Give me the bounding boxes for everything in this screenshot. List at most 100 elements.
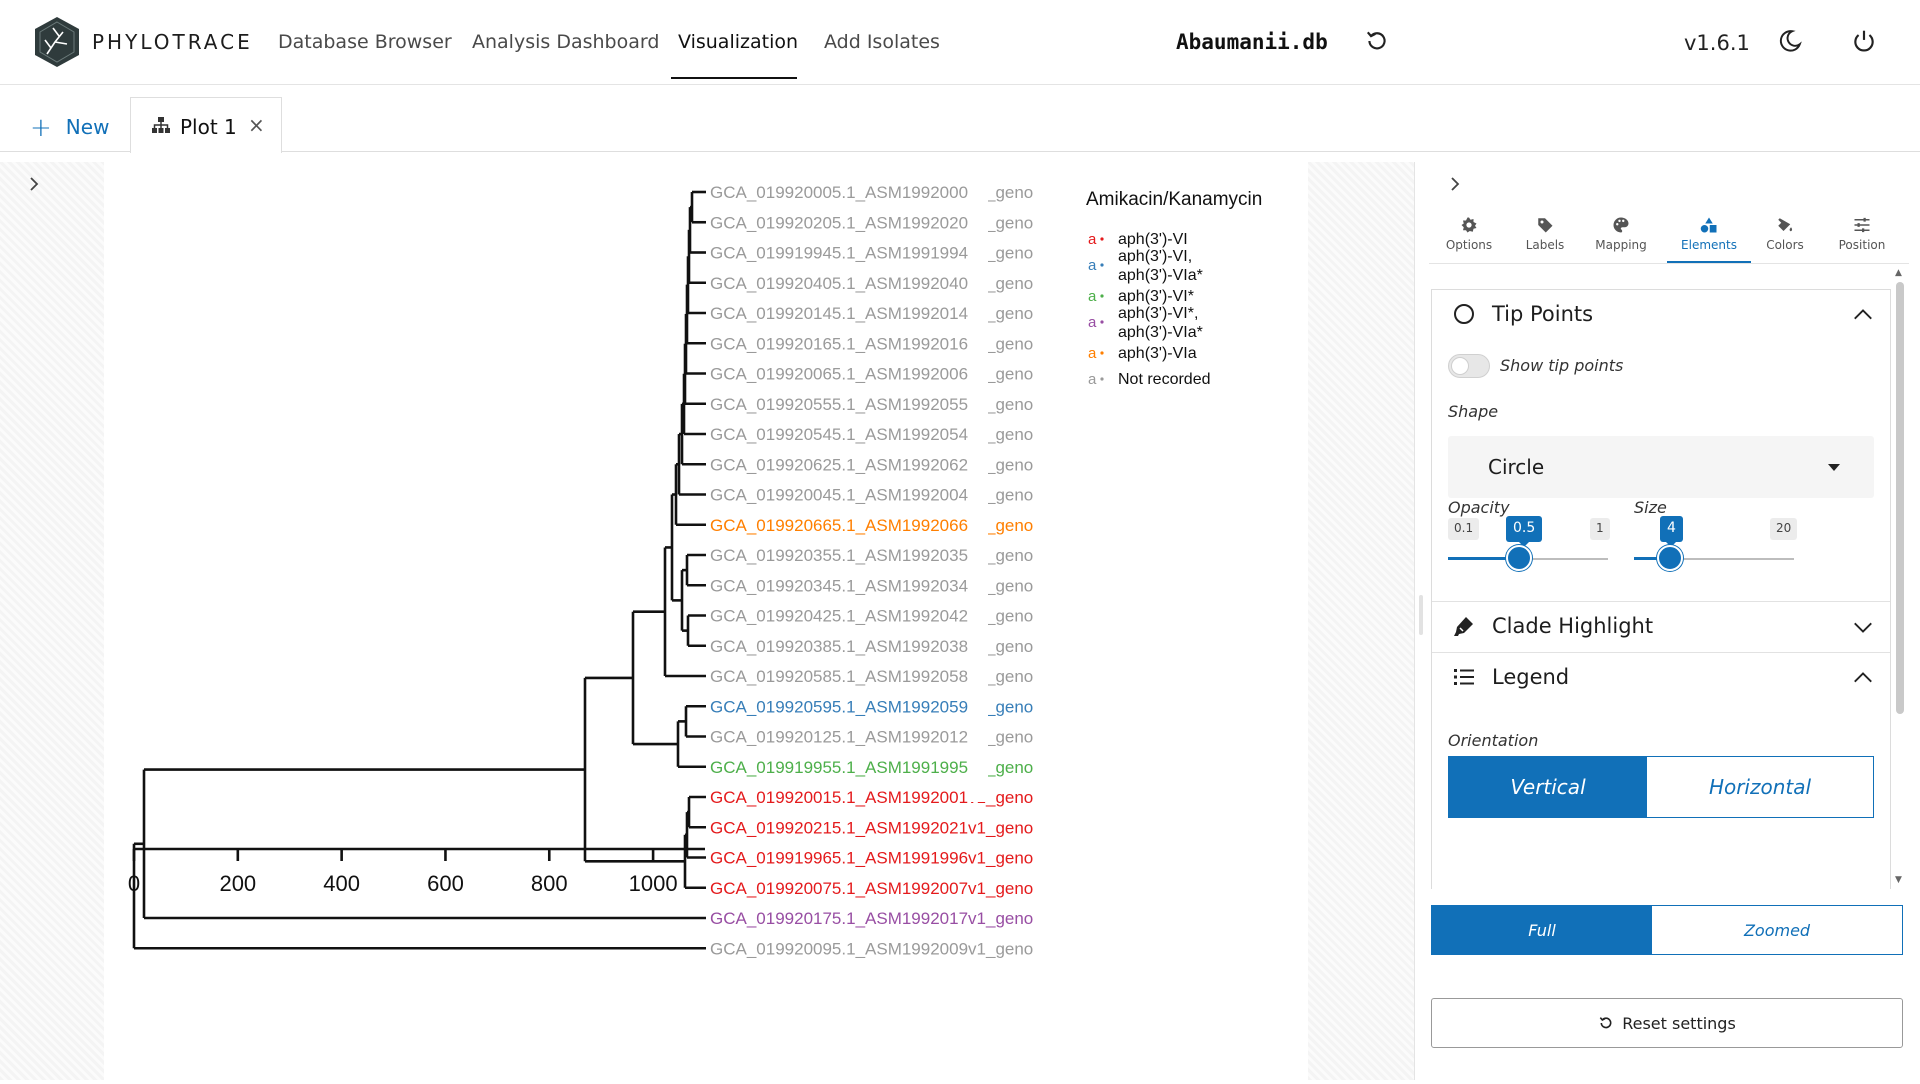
tip-label: GCA_019919965.1_ASM1991996v1_geno xyxy=(710,849,1033,868)
circle-outline-icon xyxy=(1454,304,1474,324)
close-tab-icon[interactable]: × xyxy=(248,113,265,137)
label-clip-mask xyxy=(968,162,988,802)
view-full-button[interactable]: Full xyxy=(1432,906,1652,954)
scroll-down-icon[interactable]: ▼ xyxy=(1895,875,1902,885)
legend-label: aph(3')-VIa* xyxy=(1118,267,1203,284)
paint-bucket-icon xyxy=(1778,218,1793,232)
tab-mapping-label: Mapping xyxy=(1595,238,1647,252)
app-version: v1.6.1 xyxy=(1684,31,1750,55)
chevron-up-icon[interactable] xyxy=(1852,304,1874,326)
nav-visualization[interactable]: Visualization xyxy=(678,31,798,53)
active-tab-indicator xyxy=(1667,261,1751,263)
legend-key-dot xyxy=(1100,294,1104,298)
legend-title: Amikacin/Kanamycin xyxy=(1086,189,1262,210)
power-icon[interactable] xyxy=(1851,28,1877,54)
reset-settings-button[interactable]: Reset settings xyxy=(1431,998,1903,1048)
legend-key-icon: a xyxy=(1088,257,1097,274)
chevron-up-icon[interactable] xyxy=(1852,667,1874,689)
left-sidebar-collapsed xyxy=(0,162,104,1080)
legend-key-dot xyxy=(1100,237,1104,241)
tip-label: GCA_019920075.1_ASM1992007v1_geno xyxy=(710,879,1033,898)
tab-position[interactable]: Position xyxy=(1826,216,1898,252)
legend-key-dot xyxy=(1100,320,1104,324)
nav-database-browser[interactable]: Database Browser xyxy=(278,31,452,53)
tab-colors-label: Colors xyxy=(1766,238,1804,252)
gear-icon xyxy=(1461,217,1477,233)
tab-options[interactable]: Options xyxy=(1433,216,1505,252)
legend-label: aph(3')-VI, xyxy=(1118,248,1192,265)
legend-title: Legend xyxy=(1492,665,1570,689)
opacity-min-label: 0.1 xyxy=(1448,518,1480,540)
show-tip-points-toggle[interactable] xyxy=(1448,354,1490,378)
legend-label: aph(3')-VI xyxy=(1118,231,1188,248)
scrollbar-thumb[interactable] xyxy=(1896,282,1904,714)
panel-resize-handle[interactable] xyxy=(1419,595,1423,635)
chevron-down-icon[interactable] xyxy=(1852,616,1874,638)
view-zoomed-button[interactable]: Zoomed xyxy=(1652,906,1902,954)
legend-key-icon: a xyxy=(1088,371,1097,388)
tip-points-section-header[interactable]: Tip Points xyxy=(1432,290,1890,340)
clade-highlight-section-header[interactable]: Clade Highlight xyxy=(1432,602,1890,652)
app-brand[interactable]: PHYLOTRACE xyxy=(92,30,253,54)
tab-labels[interactable]: Labels xyxy=(1509,216,1581,252)
elements-settings-scroll-area[interactable]: Tip Points Show tip points Shape Circle … xyxy=(1431,289,1891,889)
tab-elements[interactable]: Elements xyxy=(1673,216,1745,252)
new-plot-button[interactable]: + New xyxy=(30,113,109,143)
tip-label: GCA_019920215.1_ASM1992021v1_geno xyxy=(710,818,1033,837)
opacity-max-label: 1 xyxy=(1590,518,1610,540)
tab-mapping[interactable]: Mapping xyxy=(1585,216,1657,252)
size-max-label: 20 xyxy=(1770,518,1798,540)
reload-icon[interactable] xyxy=(1364,28,1390,54)
legend-key-icon: a xyxy=(1088,231,1097,248)
shape-label: Shape xyxy=(1448,402,1499,421)
size-label: Size xyxy=(1634,498,1667,517)
plot-margin xyxy=(1308,162,1414,1080)
tag-icon xyxy=(1538,218,1553,233)
legend-key-icon: a xyxy=(1088,288,1097,305)
top-navbar: PHYLOTRACE Database Browser Analysis Das… xyxy=(0,0,1920,85)
legend-key-dot xyxy=(1100,351,1104,355)
settings-scrollbar[interactable]: ▲ ▼ xyxy=(1894,268,1906,890)
legend-key-dot xyxy=(1100,263,1104,267)
dark-mode-moon-icon[interactable] xyxy=(1777,28,1803,54)
orientation-horizontal-button[interactable]: Horizontal xyxy=(1647,757,1873,817)
caret-down-icon xyxy=(1828,464,1840,471)
reset-settings-label: Reset settings xyxy=(1622,1013,1736,1033)
collapse-panel-chevron-icon[interactable] xyxy=(1443,172,1467,196)
tab-colors[interactable]: Colors xyxy=(1749,216,1821,252)
scroll-up-icon[interactable]: ▲ xyxy=(1895,268,1902,278)
opacity-slider-thumb[interactable] xyxy=(1506,545,1532,571)
shapes-icon xyxy=(1700,217,1717,233)
size-slider-thumb[interactable] xyxy=(1657,545,1683,571)
orientation-toggle-group: Vertical Horizontal xyxy=(1448,756,1874,818)
legend-label: Not recorded xyxy=(1118,371,1211,388)
list-icon xyxy=(1454,669,1474,685)
show-tip-points-label: Show tip points xyxy=(1500,356,1624,375)
orientation-label: Orientation xyxy=(1448,731,1539,750)
sliders-icon xyxy=(1854,217,1870,233)
palette-icon xyxy=(1613,217,1629,233)
nav-active-indicator xyxy=(671,77,797,79)
opacity-value-bubble: 0.5 xyxy=(1506,516,1543,547)
x-axis-tick-label: 800 xyxy=(531,871,568,896)
legend-section-header[interactable]: Legend xyxy=(1432,653,1890,703)
tab-elements-label: Elements xyxy=(1681,238,1737,252)
size-value-bubble: 4 xyxy=(1660,516,1683,547)
clade-highlight-title: Clade Highlight xyxy=(1492,614,1654,638)
shape-select[interactable]: Circle xyxy=(1448,436,1874,498)
nav-add-isolates[interactable]: Add Isolates xyxy=(824,31,940,53)
expand-sidebar-chevron-icon[interactable] xyxy=(22,172,46,196)
tab-plot-label: Plot 1 xyxy=(180,115,237,139)
database-name: Abaumanii.db xyxy=(1176,30,1328,54)
x-axis-tick-label: 400 xyxy=(323,871,360,896)
tab-plot-1[interactable]: Plot 1 × xyxy=(130,97,282,153)
tip-label: GCA_019920175.1_ASM1992017v1_geno xyxy=(710,909,1033,928)
legend-key-icon: a xyxy=(1088,314,1097,331)
legend-label: aph(3')-VI*, xyxy=(1118,305,1198,322)
orientation-vertical-button[interactable]: Vertical xyxy=(1449,757,1647,817)
phylogenetic-tree-plot: GCA_019920005.1_ASM1992000v1_genoGCA_019… xyxy=(128,162,1262,958)
view-mode-toggle-group: Full Zoomed xyxy=(1431,905,1903,955)
tip-points-title: Tip Points xyxy=(1492,302,1594,326)
nav-analysis-dashboard[interactable]: Analysis Dashboard xyxy=(472,31,659,53)
toggle-knob xyxy=(1451,357,1469,375)
